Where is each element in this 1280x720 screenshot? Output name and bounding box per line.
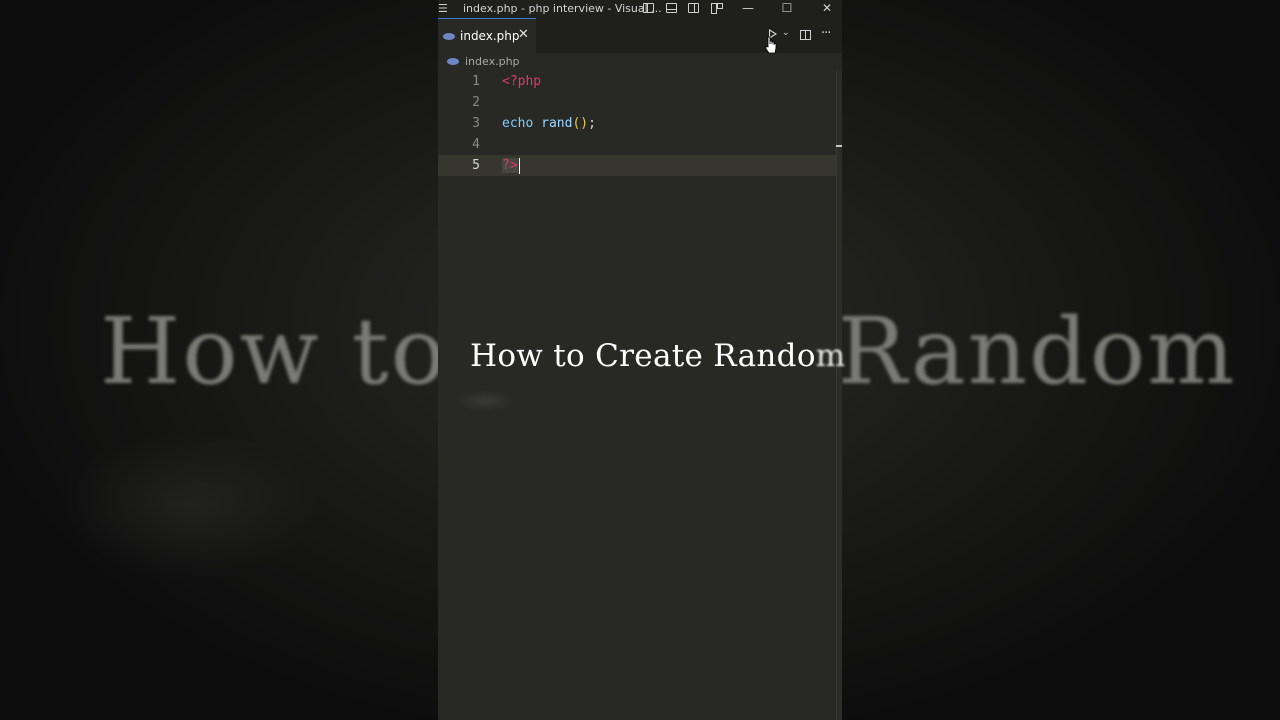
line-number: 1 bbox=[472, 74, 480, 89]
title-bar: ☰ index.php - php interview - Visual ...… bbox=[438, 0, 842, 18]
close-tab-icon[interactable]: ✕ bbox=[518, 27, 529, 42]
hamburger-icon[interactable]: ☰ bbox=[438, 2, 448, 15]
maximize-button[interactable]: ☐ bbox=[772, 0, 802, 18]
caption-shadow bbox=[455, 390, 515, 412]
line-number: 4 bbox=[472, 137, 480, 152]
customize-layout-icon[interactable] bbox=[711, 3, 723, 14]
line-number: 3 bbox=[472, 116, 480, 131]
code-function: rand bbox=[541, 116, 573, 131]
code-line: 1 <?php bbox=[438, 71, 836, 92]
breadcrumb-file[interactable]: index.php bbox=[465, 55, 520, 68]
chevron-down-icon[interactable]: ⌄ bbox=[782, 28, 790, 38]
tab-index-php[interactable]: index.php ✕ bbox=[438, 18, 536, 53]
code-semicolon: ; bbox=[588, 116, 596, 131]
code-keyword: echo bbox=[502, 116, 534, 131]
toggle-secondary-sidebar-icon[interactable] bbox=[688, 3, 699, 13]
background-shadow bbox=[60, 430, 320, 580]
minimize-button[interactable]: — bbox=[733, 0, 763, 18]
caption-text: How to Create Rando bbox=[470, 338, 816, 374]
vertical-scrollbar[interactable] bbox=[836, 71, 842, 720]
line-code: ?> bbox=[502, 155, 520, 176]
php-close-tag: ?> bbox=[502, 158, 518, 173]
php-file-icon bbox=[443, 33, 455, 40]
code-line: 3 echo rand(); bbox=[438, 113, 836, 134]
line-code: echo rand(); bbox=[502, 113, 596, 134]
toggle-panel-icon[interactable] bbox=[666, 3, 677, 13]
line-code: <?php bbox=[502, 74, 542, 89]
php-file-icon bbox=[447, 58, 459, 65]
scrollbar-cursor-marker bbox=[836, 145, 842, 147]
close-window-button[interactable]: ✕ bbox=[812, 0, 842, 18]
code-line: 2 bbox=[438, 92, 836, 113]
tab-label: index.php bbox=[460, 29, 520, 43]
more-actions-icon[interactable]: ··· bbox=[821, 26, 831, 41]
text-caret bbox=[518, 157, 520, 174]
caption-text-fading: m bbox=[815, 338, 846, 374]
code-line: 4 bbox=[438, 134, 836, 155]
breadcrumb[interactable]: index.php bbox=[438, 53, 842, 71]
toggle-primary-sidebar-icon[interactable] bbox=[643, 3, 654, 13]
tab-bar: index.php ✕ ⌄ ··· bbox=[438, 18, 842, 54]
code-parens: () bbox=[572, 116, 589, 131]
split-editor-icon[interactable] bbox=[800, 30, 811, 40]
line-number: 2 bbox=[472, 95, 480, 110]
window-title: index.php - php interview - Visual ... bbox=[463, 2, 662, 15]
line-number: 5 bbox=[472, 158, 480, 173]
code-line-active: 5 ?> bbox=[438, 155, 836, 176]
video-caption: How to Create Random bbox=[470, 338, 846, 374]
